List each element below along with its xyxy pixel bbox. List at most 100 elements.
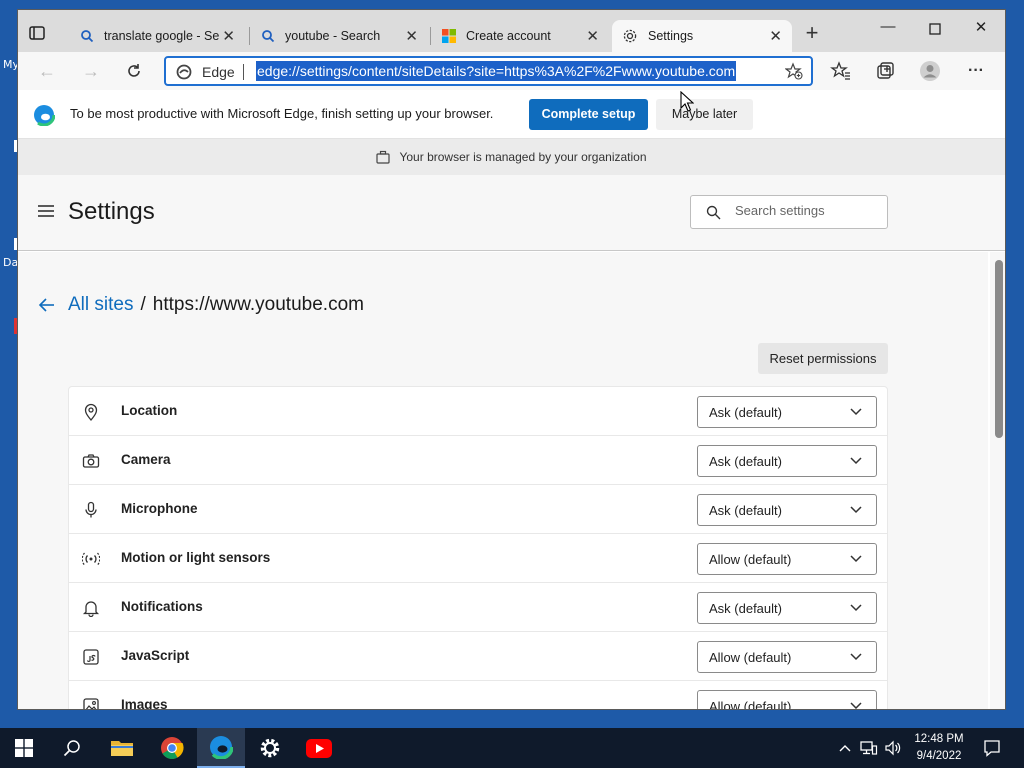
url-text[interactable]: edge://settings/content/siteDetails?site… <box>256 61 737 81</box>
banner-text: To be most productive with Microsoft Edg… <box>70 106 494 121</box>
microsoft-logo-icon <box>442 29 456 43</box>
all-sites-link[interactable]: All sites <box>68 294 133 316</box>
address-separator <box>243 64 244 80</box>
chevron-down-icon <box>850 457 862 465</box>
favorites-icon[interactable] <box>830 60 852 82</box>
taskbar-clock[interactable]: 12:48 PM 9/4/2022 <box>904 731 974 765</box>
action-center-button[interactable] <box>968 728 1016 768</box>
chevron-down-icon <box>850 653 862 661</box>
bell-icon <box>82 601 100 617</box>
network-icon[interactable] <box>860 740 878 756</box>
close-icon[interactable]: ✕ <box>586 27 599 45</box>
taskbar-settings[interactable] <box>246 728 294 768</box>
tab-youtube-search[interactable]: youtube - Search ✕ <box>251 22 428 50</box>
tab-create-account[interactable]: Create account ✕ <box>432 22 609 50</box>
dropdown-value: Ask (default) <box>709 405 782 420</box>
forward-button[interactable]: → <box>80 60 102 82</box>
collections-icon[interactable] <box>874 60 896 82</box>
close-icon[interactable]: ✕ <box>769 27 782 45</box>
managed-notice[interactable]: Your browser is managed by your organiza… <box>18 139 1005 175</box>
tab-title: Settings <box>648 29 694 43</box>
chevron-down-icon <box>850 604 862 612</box>
new-tab-button[interactable]: + <box>802 22 822 44</box>
permission-label: Microphone <box>121 501 198 516</box>
tab-translate-google[interactable]: translate google - Sea ✕ <box>70 22 245 50</box>
add-favorite-icon[interactable] <box>785 62 803 80</box>
chevron-up-icon[interactable] <box>838 743 852 753</box>
gear-icon <box>260 738 280 758</box>
permissions-list: Location Ask (default) Camera Ask (defau… <box>68 386 888 710</box>
refresh-button[interactable] <box>123 60 145 82</box>
refresh-icon <box>128 64 140 77</box>
youtube-icon <box>306 738 332 758</box>
dropdown-value: Ask (default) <box>709 601 782 616</box>
vertical-scrollbar[interactable] <box>990 252 1005 709</box>
maximize-icon <box>929 23 941 35</box>
search-input[interactable] <box>735 203 875 218</box>
chevron-down-icon <box>850 506 862 514</box>
breadcrumb: All sites / https://www.youtube.com <box>38 294 364 316</box>
gear-icon <box>623 29 637 43</box>
close-icon[interactable]: ✕ <box>405 27 418 45</box>
search-icon <box>81 30 94 43</box>
javascript-icon <box>83 649 99 665</box>
taskbar-chrome[interactable] <box>148 728 196 768</box>
camera-dropdown[interactable]: Ask (default) <box>697 445 877 477</box>
permission-row-motion-sensors: Motion or light sensors Allow (default) <box>69 534 887 583</box>
profile-avatar-icon[interactable] <box>919 60 941 82</box>
maybe-later-button[interactable]: Maybe later <box>656 99 753 130</box>
image-icon <box>83 698 99 709</box>
minimize-button[interactable]: — <box>868 18 908 40</box>
current-site-label: https://www.youtube.com <box>152 294 364 315</box>
maximize-button[interactable] <box>915 18 955 40</box>
browser-window: translate google - Sea ✕ youtube - Searc… <box>17 9 1006 710</box>
taskbar-file-explorer[interactable] <box>98 728 146 768</box>
permission-label: Notifications <box>121 599 203 614</box>
notifications-dropdown[interactable]: Ask (default) <box>697 592 877 624</box>
permission-row-microphone: Microphone Ask (default) <box>69 485 887 534</box>
location-dropdown[interactable]: Ask (default) <box>697 396 877 428</box>
microphone-dropdown[interactable]: Ask (default) <box>697 494 877 526</box>
taskbar-youtube[interactable] <box>295 728 343 768</box>
images-dropdown[interactable]: Allow (default) <box>697 690 877 710</box>
permission-label: Images <box>121 697 168 710</box>
close-icon[interactable]: ✕ <box>222 27 235 45</box>
windows-logo-icon <box>15 739 33 757</box>
chevron-down-icon <box>850 408 862 416</box>
complete-setup-button[interactable]: Complete setup <box>529 99 648 130</box>
search-box[interactable] <box>690 195 888 229</box>
sensor-icon <box>82 552 100 566</box>
tab-title: youtube - Search <box>285 29 381 43</box>
javascript-dropdown[interactable]: Allow (default) <box>697 641 877 673</box>
desktop-label-da: Da <box>3 256 19 269</box>
tab-settings[interactable]: Settings ✕ <box>612 20 792 52</box>
tab-actions-icon[interactable] <box>28 24 46 42</box>
taskbar-edge[interactable] <box>197 728 245 768</box>
briefcase-icon <box>376 150 391 164</box>
hamburger-menu-icon[interactable] <box>38 205 54 217</box>
scrollbar-thumb[interactable] <box>995 260 1003 438</box>
toolbar: ← → Edge edge://settings/content/siteDet… <box>18 52 1005 90</box>
dropdown-value: Allow (default) <box>709 699 792 710</box>
permission-label: Location <box>121 403 178 418</box>
reset-permissions-button[interactable]: Reset permissions <box>758 343 888 374</box>
start-button[interactable] <box>0 728 48 768</box>
permission-label: Camera <box>121 452 171 467</box>
setup-banner: To be most productive with Microsoft Edg… <box>18 90 1005 139</box>
back-arrow-icon[interactable] <box>38 296 56 314</box>
more-menu-button[interactable]: ··· <box>965 60 987 82</box>
tab-separator <box>249 27 250 45</box>
taskbar-search-button[interactable] <box>48 728 96 768</box>
back-button[interactable]: ← <box>36 60 58 82</box>
taskbar: 12:48 PM 9/4/2022 <box>0 728 1024 768</box>
chevron-down-icon <box>850 555 862 563</box>
chevron-down-icon <box>850 702 862 709</box>
site-permissions-content: All sites / https://www.youtube.com Rese… <box>18 252 988 710</box>
close-window-button[interactable]: ✕ <box>961 18 1001 40</box>
address-bar[interactable]: Edge edge://settings/content/siteDetails… <box>164 56 813 86</box>
managed-text: Your browser is managed by your organiza… <box>399 150 647 164</box>
dropdown-value: Allow (default) <box>709 650 792 665</box>
volume-icon[interactable] <box>884 740 902 756</box>
motion-sensors-dropdown[interactable]: Allow (default) <box>697 543 877 575</box>
search-icon <box>262 30 275 43</box>
